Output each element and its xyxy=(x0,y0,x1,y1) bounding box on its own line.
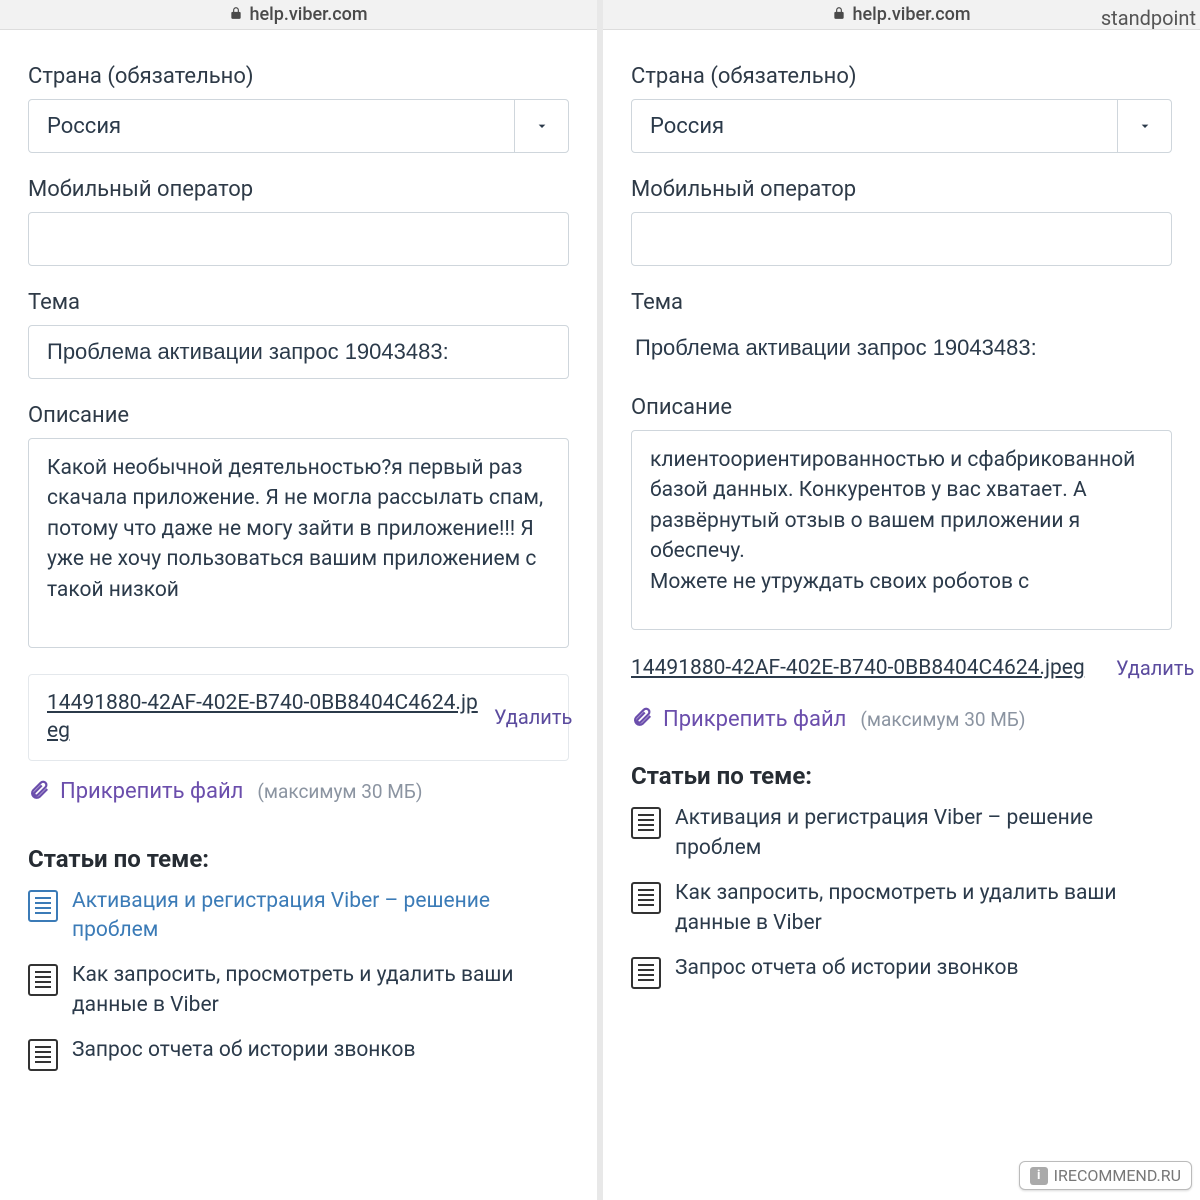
attachment-filename[interactable]: 14491880-42AF-402E-B740-0BB8404C4624.jpe… xyxy=(631,654,1102,682)
subject-input[interactable] xyxy=(631,325,1172,371)
description-label: Описание xyxy=(631,395,1172,420)
document-icon xyxy=(631,882,661,914)
operator-label: Мобильный оператор xyxy=(28,177,569,202)
related-article[interactable]: Активация и регистрация Viber – решение … xyxy=(28,887,569,946)
left-pane: help.viber.com Страна (обязательно) Росс… xyxy=(0,0,597,1200)
article-title: Активация и регистрация Viber – решение … xyxy=(675,804,1172,863)
document-icon xyxy=(631,807,661,839)
chevron-down-icon[interactable] xyxy=(514,100,568,152)
lock-icon xyxy=(229,4,249,25)
article-title: Запрос отчета об истории звонков xyxy=(72,1036,416,1065)
delete-attachment-button[interactable]: Удалить xyxy=(1116,656,1172,681)
description-label: Описание xyxy=(28,403,569,428)
url-text: help.viber.com xyxy=(852,4,970,25)
chevron-down-icon[interactable] xyxy=(1117,100,1171,152)
subject-label: Тема xyxy=(631,290,1172,315)
lock-icon xyxy=(832,4,852,25)
attach-file-hint: (максимум 30 МБ) xyxy=(257,780,422,803)
url-text: help.viber.com xyxy=(249,4,367,25)
related-title: Статьи по теме: xyxy=(631,762,1172,790)
form-content: Страна (обязательно) Россия Мобильный оп… xyxy=(0,30,597,1200)
attach-file-link[interactable]: Прикрепить файл xyxy=(663,707,846,732)
attach-file-row[interactable]: Прикрепить файл (максимум 30 МБ) xyxy=(631,706,1172,732)
document-icon xyxy=(631,957,661,989)
attach-file-row[interactable]: Прикрепить файл (максимум 30 МБ) xyxy=(28,779,569,805)
watermark-text: IRECOMMEND.RU xyxy=(1054,1166,1181,1185)
country-label: Страна (обязательно) xyxy=(631,64,1172,89)
attach-file-link[interactable]: Прикрепить файл xyxy=(60,779,243,804)
document-icon xyxy=(28,1039,58,1071)
related-article[interactable]: Как запросить, просмотреть и удалить ваш… xyxy=(631,879,1172,938)
delete-attachment-button[interactable]: Удалить xyxy=(494,705,550,730)
related-article[interactable]: Запрос отчета об истории звонков xyxy=(631,954,1172,989)
country-select[interactable]: Россия xyxy=(28,99,569,153)
form-content: Страна (обязательно) Россия Мобильный оп… xyxy=(603,30,1200,1200)
attach-file-hint: (максимум 30 МБ) xyxy=(860,708,1025,731)
article-title: Как запросить, просмотреть и удалить ваш… xyxy=(675,879,1172,938)
attachment-row: 14491880-42AF-402E-B740-0BB8404C4624.jpe… xyxy=(28,674,569,761)
watermark-top: standpoint xyxy=(1101,6,1196,30)
related-title: Статьи по теме: xyxy=(28,845,569,873)
article-title: Запрос отчета об истории звонков xyxy=(675,954,1019,983)
subject-input[interactable] xyxy=(28,325,569,379)
watermark-bottom: i IRECOMMEND.RU xyxy=(1019,1161,1192,1190)
article-title: Активация и регистрация Viber – решение … xyxy=(72,887,569,946)
country-value: Россия xyxy=(29,100,514,152)
description-textarea[interactable] xyxy=(631,430,1172,630)
description-textarea[interactable] xyxy=(28,438,569,648)
country-value: Россия xyxy=(632,100,1117,152)
country-label: Страна (обязательно) xyxy=(28,64,569,89)
country-select[interactable]: Россия xyxy=(631,99,1172,153)
paperclip-icon xyxy=(631,706,653,732)
info-icon: i xyxy=(1030,1167,1048,1185)
document-icon xyxy=(28,964,58,996)
related-article[interactable]: Активация и регистрация Viber – решение … xyxy=(631,804,1172,863)
document-icon xyxy=(28,890,58,922)
operator-input[interactable] xyxy=(631,212,1172,266)
operator-input[interactable] xyxy=(28,212,569,266)
operator-label: Мобильный оператор xyxy=(631,177,1172,202)
related-article[interactable]: Как запросить, просмотреть и удалить ваш… xyxy=(28,961,569,1020)
subject-label: Тема xyxy=(28,290,569,315)
paperclip-icon xyxy=(28,779,50,805)
address-bar: help.viber.com xyxy=(0,0,597,30)
attachment-row: 14491880-42AF-402E-B740-0BB8404C4624.jpe… xyxy=(631,648,1172,688)
article-title: Как запросить, просмотреть и удалить ваш… xyxy=(72,961,569,1020)
related-article[interactable]: Запрос отчета об истории звонков xyxy=(28,1036,569,1071)
right-pane: help.viber.com Страна (обязательно) Росс… xyxy=(603,0,1200,1200)
attachment-filename[interactable]: 14491880-42AF-402E-B740-0BB8404C4624.jpe… xyxy=(47,689,480,746)
